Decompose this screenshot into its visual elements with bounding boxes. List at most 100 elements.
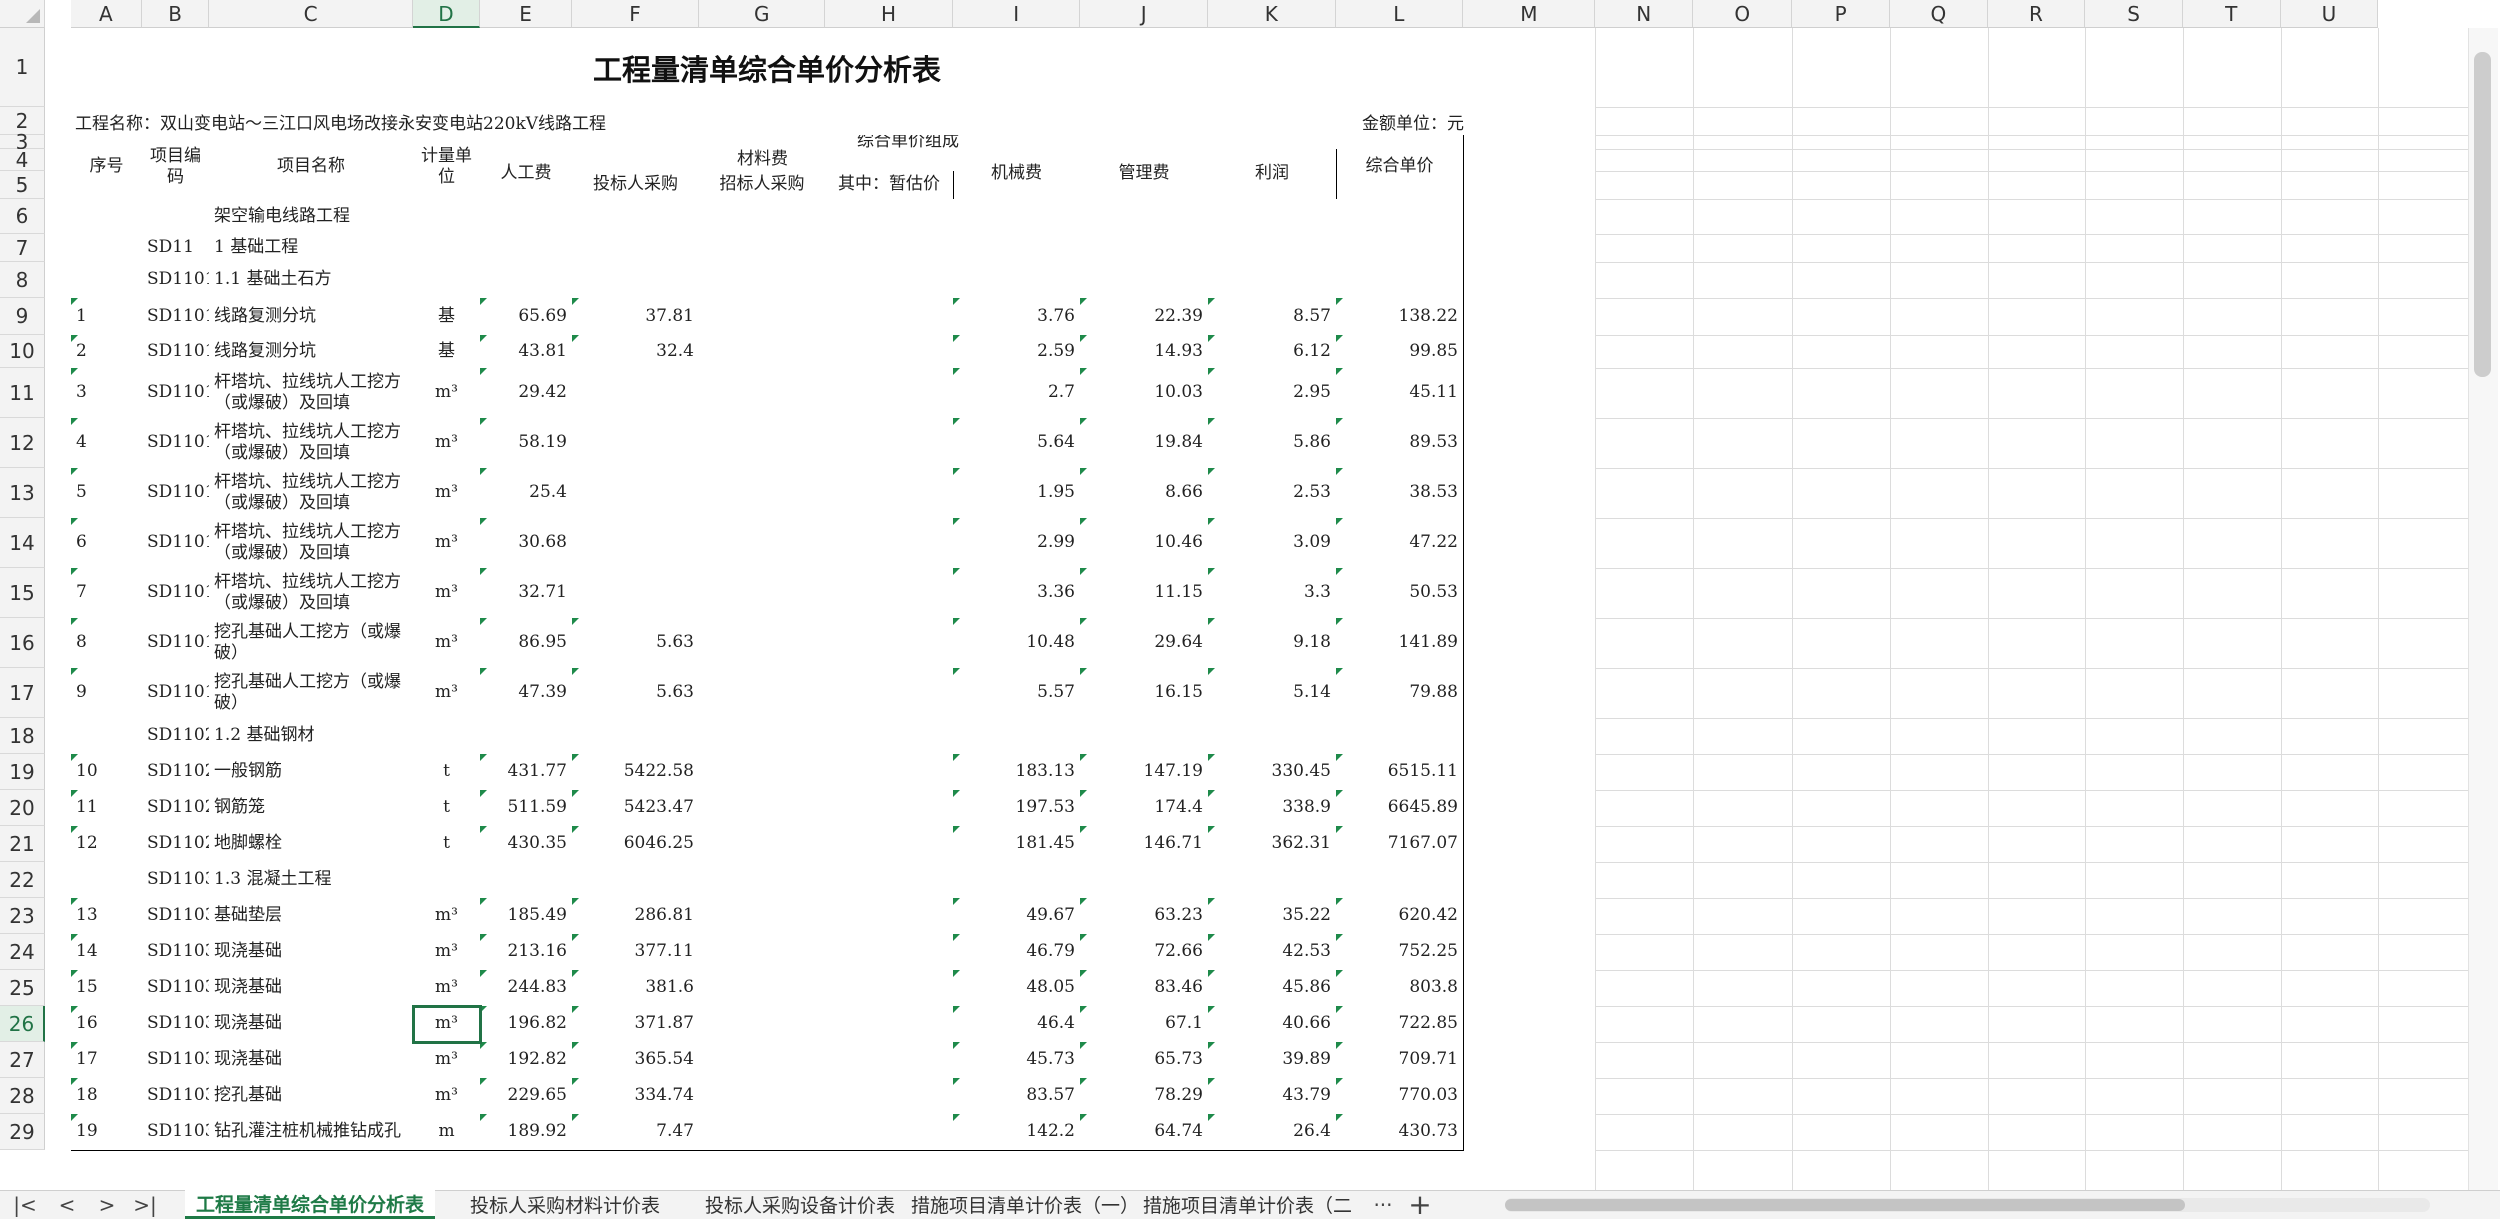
cell-value[interactable] <box>825 262 954 299</box>
cell-code[interactable]: SD1103AB6004 <box>142 1042 210 1079</box>
vertical-scroll-thumb[interactable] <box>2474 52 2491 377</box>
cell-value[interactable] <box>699 970 826 1007</box>
cell-value[interactable] <box>1208 718 1337 755</box>
cell-unit[interactable] <box>413 199 481 235</box>
column-header-f[interactable]: F <box>571 0 700 28</box>
cell-value[interactable]: 26.4 <box>1208 1114 1337 1151</box>
cell-code[interactable]: SD1103AB5001 <box>142 898 210 935</box>
cell-value[interactable]: 49.67 <box>953 898 1081 935</box>
row-header-5[interactable]: 5 <box>0 171 45 199</box>
column-header-m[interactable]: M <box>1463 0 1596 28</box>
cell-value[interactable]: 47.22 <box>1336 518 1464 569</box>
cell-value[interactable]: 722.85 <box>1336 1006 1464 1043</box>
cell-value[interactable] <box>699 518 826 569</box>
cell-value[interactable]: 45.11 <box>1336 368 1464 419</box>
cell-value[interactable] <box>572 568 700 619</box>
cell-value[interactable] <box>825 368 954 419</box>
cell-value[interactable] <box>825 568 954 619</box>
column-header-s[interactable]: S <box>2085 0 2183 28</box>
cell-code[interactable]: SD1101 <box>142 262 210 299</box>
cell-value[interactable]: 181.45 <box>953 826 1081 863</box>
cell-value[interactable]: 83.46 <box>1080 970 1209 1007</box>
cell-value[interactable]: 30.68 <box>480 518 573 569</box>
cell-value[interactable] <box>1336 234 1464 263</box>
cell-code[interactable]: SD1101AA2003 <box>142 468 210 519</box>
row-header-10[interactable]: 10 <box>0 335 45 368</box>
cell-value[interactable]: 29.64 <box>1080 618 1209 669</box>
cell-value[interactable]: 6515.11 <box>1336 754 1464 791</box>
cell-name[interactable]: 1.1 基础土石方 <box>209 262 414 299</box>
cell-value[interactable]: 83.57 <box>953 1078 1081 1115</box>
cell-value[interactable]: 78.29 <box>1080 1078 1209 1115</box>
cell-value[interactable]: 5422.58 <box>572 754 700 791</box>
cell-value[interactable] <box>572 262 700 299</box>
cell-value[interactable]: 43.81 <box>480 335 573 369</box>
cell-value[interactable]: 67.1 <box>1080 1006 1209 1043</box>
cell-value[interactable] <box>572 862 700 899</box>
column-header-e[interactable]: E <box>480 0 572 28</box>
cell-value[interactable]: 39.89 <box>1208 1042 1337 1079</box>
cell-value[interactable] <box>825 668 954 719</box>
cell-code[interactable]: SD1102 <box>142 718 210 755</box>
row-header-20[interactable]: 20 <box>0 790 45 826</box>
cell-value[interactable]: 46.79 <box>953 934 1081 971</box>
row-header-29[interactable]: 29 <box>0 1114 45 1150</box>
cell-value[interactable]: 40.66 <box>1208 1006 1337 1043</box>
cell-value[interactable] <box>572 418 700 469</box>
cell-value[interactable]: 48.05 <box>953 970 1081 1007</box>
cell-value[interactable] <box>699 618 826 669</box>
cell-value[interactable] <box>825 518 954 569</box>
first-sheet-button[interactable]: |< <box>8 1190 42 1219</box>
cell-code[interactable]: SD1102AA8001 <box>142 826 210 863</box>
cell-value[interactable] <box>480 234 573 263</box>
cell-name[interactable]: 现浇基础 <box>209 934 414 971</box>
row-header-18[interactable]: 18 <box>0 718 45 754</box>
cell-value[interactable]: 65.73 <box>1080 1042 1209 1079</box>
cell-value[interactable]: 43.79 <box>1208 1078 1337 1115</box>
cell-value[interactable] <box>1080 262 1209 299</box>
cell-value[interactable]: 86.95 <box>480 618 573 669</box>
column-header-g[interactable]: G <box>699 0 826 28</box>
cell-value[interactable] <box>1208 199 1337 235</box>
cell-value[interactable]: 58.19 <box>480 418 573 469</box>
column-header-c[interactable]: C <box>209 0 413 28</box>
cell-name[interactable]: 钻孔灌注桩机械推钻成孔 <box>209 1114 414 1151</box>
column-header-b[interactable]: B <box>141 0 210 28</box>
cell-value[interactable] <box>572 368 700 419</box>
cell-value[interactable]: 146.71 <box>1080 826 1209 863</box>
cell-seq[interactable] <box>71 718 143 755</box>
column-header-u[interactable]: U <box>2280 0 2379 28</box>
cell-value[interactable] <box>953 234 1081 263</box>
horizontal-scroll-thumb[interactable] <box>1505 1199 2185 1211</box>
cell-unit[interactable]: m³ <box>413 618 481 669</box>
cell-value[interactable] <box>1080 234 1209 263</box>
cell-value[interactable] <box>699 1006 826 1043</box>
cell-value[interactable] <box>825 970 954 1007</box>
cell-value[interactable] <box>825 335 954 369</box>
row-header-16[interactable]: 16 <box>0 618 45 668</box>
cell-value[interactable]: 89.53 <box>1336 418 1464 469</box>
cell-value[interactable]: 365.54 <box>572 1042 700 1079</box>
cell-value[interactable] <box>699 1078 826 1115</box>
cell-value[interactable]: 3.36 <box>953 568 1081 619</box>
cell-name[interactable]: 1 基础工程 <box>209 234 414 263</box>
cell-value[interactable]: 371.87 <box>572 1006 700 1043</box>
cell-value[interactable] <box>699 335 826 369</box>
cell-unit[interactable]: m³ <box>413 468 481 519</box>
sheet-tab[interactable]: 投标人采购材料计价表 <box>455 1190 675 1219</box>
cell-value[interactable] <box>699 934 826 971</box>
cell-value[interactable] <box>572 468 700 519</box>
cell-value[interactable] <box>953 718 1081 755</box>
column-header-a[interactable]: A <box>70 0 142 28</box>
cell-value[interactable]: 7167.07 <box>1336 826 1464 863</box>
cell-value[interactable]: 362.31 <box>1208 826 1337 863</box>
cell-value[interactable]: 2.7 <box>953 368 1081 419</box>
cell-value[interactable]: 189.92 <box>480 1114 573 1151</box>
cell-seq[interactable]: 15 <box>71 970 143 1007</box>
cell-value[interactable]: 5423.47 <box>572 790 700 827</box>
column-header-h[interactable]: H <box>825 0 953 28</box>
cell-value[interactable]: 32.71 <box>480 568 573 619</box>
cell-value[interactable] <box>1336 718 1464 755</box>
cell-value[interactable] <box>953 262 1081 299</box>
cell-unit[interactable]: m³ <box>413 970 481 1007</box>
